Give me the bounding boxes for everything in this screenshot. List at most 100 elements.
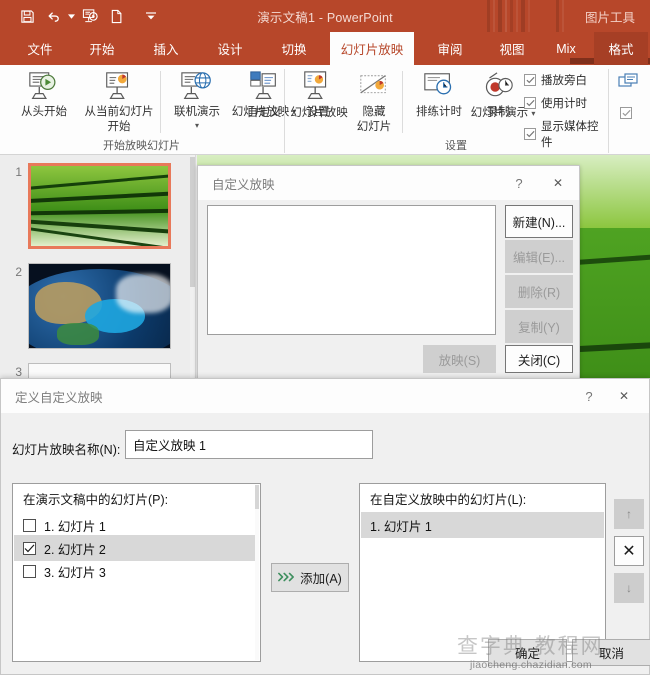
new-file-icon[interactable] [103, 3, 129, 29]
tab-format[interactable]: 格式 [594, 32, 648, 65]
ribbon: 从头开始 从当前幻灯片 开始 联机演示 ▾ 幻灯片放映 ▾ 自定义 开始放映幻灯… [0, 65, 650, 155]
use-timings-label: 使用计时 [541, 98, 587, 110]
checkbox-play-narrations[interactable]: 播放旁白 [524, 72, 587, 88]
picture-tools-label: 图片工具 [584, 10, 635, 25]
record-slide-show-icon [480, 68, 516, 104]
dialog-define-custom-show: 定义自定义放映 ? ✕ 幻灯片放映名称(N): 自定义放映 1 在演示文稿中的幻… [0, 378, 650, 675]
tab-design[interactable]: 设计 [204, 32, 256, 65]
show-name-input[interactable]: 自定义放映 1 [125, 430, 373, 459]
set-up-slide-show-icon [300, 68, 336, 104]
ribbon-button-from-beginning[interactable]: 从头开始 [8, 68, 80, 119]
tab-slide-show[interactable]: 幻灯片放映 [330, 32, 414, 65]
custom-show-slides-listbox[interactable]: 在自定义放映中的幻灯片(L): 1. 幻灯片 1 [359, 483, 606, 662]
ribbon-overflow-icon[interactable] [618, 73, 640, 96]
new-button[interactable]: 新建(N)... [505, 205, 573, 238]
copy-button[interactable]: 复制(Y) [505, 310, 573, 343]
thumbnail-3[interactable] [28, 363, 171, 379]
presentation-slides-header: 在演示文稿中的幻灯片(P): [14, 485, 259, 511]
ribbon-group-start-slide-show: 从头开始 从当前幻灯片 开始 联机演示 ▾ 幻灯片放映 ▾ 自定义 开始放映幻灯… [0, 65, 296, 155]
cancel-button[interactable]: 取消 [572, 639, 650, 666]
thumbnail-row-2[interactable]: 2 [0, 263, 196, 349]
hide-slide-label-2: 幻灯片 [356, 121, 392, 133]
start-slideshow-icon[interactable] [77, 3, 103, 29]
from-current-slide-icon [101, 68, 137, 104]
tab-view[interactable]: 视图 [486, 32, 538, 65]
checkbox-use-timings[interactable]: 使用计时 [524, 95, 587, 111]
set-up-slide-show-label-2: 幻灯片放映 [290, 107, 348, 119]
ribbon-group-label-set-up: 设置 [445, 140, 467, 152]
tab-mix[interactable]: Mix [546, 32, 586, 65]
tab-home[interactable]: 开始 [76, 32, 128, 65]
save-icon[interactable] [14, 3, 40, 29]
record-slide-show-label-2: 幻灯片演示 [470, 107, 529, 119]
list-item[interactable]: 3. 幻灯片 3 [14, 558, 259, 584]
dialog-custom-shows-body: 新建(N)... 编辑(E)... 删除(R) 复制(Y) 放映(S) 关闭(C… [198, 200, 579, 381]
thumbnail-1[interactable] [28, 163, 171, 249]
show-name-label: 幻灯片放映名称(N): [12, 443, 121, 457]
left-list-scrollbar[interactable] [255, 485, 259, 660]
list-item-label: 1. 幻灯片 1 [370, 519, 432, 534]
move-down-button[interactable]: ↓ [614, 573, 644, 603]
tab-insert[interactable]: 插入 [140, 32, 192, 65]
delete-button[interactable]: 删除(R) [505, 275, 573, 308]
hide-slide-icon [356, 68, 392, 104]
play-narrations-label: 播放旁白 [541, 75, 587, 87]
add-button-label: 添加(A) [300, 572, 342, 586]
dialog-define-custom-show-close-icon[interactable]: ✕ [607, 379, 641, 413]
list-item[interactable]: 1. 幻灯片 1 [361, 512, 604, 538]
customize-qat-icon[interactable] [138, 3, 164, 29]
present-online-dropdown-icon[interactable]: ▾ [195, 119, 199, 133]
thumbnail-number-2: 2 [15, 265, 22, 279]
ribbon-group-label-start-slide-show: 开始放映幻灯片 [103, 140, 180, 152]
ribbon-button-hide-slide[interactable]: 隐藏 幻灯片 [348, 68, 400, 134]
tab-review[interactable]: 审阅 [424, 32, 476, 65]
use-timings-checkbox[interactable] [524, 97, 536, 109]
thumbnail-2[interactable] [28, 263, 171, 349]
rehearse-timings-icon [421, 68, 457, 104]
undo-icon[interactable] [40, 3, 66, 29]
presentation-slides-listbox[interactable]: 在演示文稿中的幻灯片(P): 1. 幻灯片 1 2. 幻灯片 2 3. 幻灯片 … [12, 483, 261, 662]
slide-checkbox[interactable] [23, 564, 36, 578]
from-beginning-label: 从头开始 [21, 106, 67, 118]
tab-file[interactable]: 文件 [14, 32, 66, 65]
powerpoint-window: 演示文稿1 - PowerPoint 图片工具 文件 开始 插入 设计 切换 幻… [0, 0, 650, 675]
slide-checkbox[interactable] [23, 541, 36, 555]
dialog-custom-shows-close-icon[interactable]: ✕ [541, 166, 575, 200]
quick-access-toolbar [14, 0, 164, 32]
ribbon-overflow-checkbox[interactable] [620, 107, 632, 119]
list-item-label: 3. 幻灯片 3 [44, 565, 106, 580]
move-up-button[interactable]: ↑ [614, 499, 644, 529]
ribbon-tab-bar: 文件 开始 插入 设计 切换 动画 幻灯片放映 审阅 视图 Mix 格式 [0, 32, 650, 65]
tab-transitions[interactable]: 切换 [268, 32, 320, 65]
title-bar: 演示文稿1 - PowerPoint 图片工具 [0, 0, 650, 32]
ribbon-button-present-online[interactable]: 联机演示 ▾ [166, 68, 228, 133]
ok-button[interactable]: 确定 [488, 639, 567, 666]
show-button[interactable]: 放映(S) [423, 345, 496, 373]
thumbnail-row-3[interactable]: 3 [0, 363, 196, 379]
thumbnail-number-3: 3 [15, 365, 22, 379]
ribbon-group-set-up: 设置 幻灯片放映 隐藏 幻灯片 排练计时 录制 幻灯片演示 ▾ 播放旁白 使用计… [286, 65, 606, 155]
checkbox-show-media-controls[interactable]: 显示媒体控件 [524, 118, 606, 150]
rehearse-timings-label: 排练计时 [416, 106, 462, 118]
ribbon-button-from-current-slide[interactable]: 从当前幻灯片 开始 [80, 68, 158, 134]
custom-shows-listbox[interactable] [207, 205, 496, 335]
dialog-define-custom-show-help-icon[interactable]: ? [575, 379, 603, 413]
dialog-custom-shows: 自定义放映 ? ✕ 新建(N)... 编辑(E)... 删除(R) 复制(Y) … [197, 165, 580, 382]
from-current-slide-label-2: 开始 [107, 121, 131, 133]
custom-slide-show-icon [246, 68, 282, 104]
remove-button[interactable]: ✕ [614, 536, 644, 566]
from-beginning-icon [26, 68, 62, 104]
list-item-label: 2. 幻灯片 2 [44, 542, 106, 557]
edit-button[interactable]: 编辑(E)... [505, 240, 573, 273]
thumbnail-number-1: 1 [15, 165, 22, 179]
play-narrations-checkbox[interactable] [524, 74, 536, 86]
show-media-controls-label: 显示媒体控件 [541, 121, 599, 149]
dialog-define-custom-show-title: 定义自定义放映 [1, 379, 649, 413]
slide-checkbox[interactable] [23, 518, 36, 532]
thumbnail-row-1[interactable]: 1 [0, 163, 196, 249]
close-button[interactable]: 关闭(C) [505, 345, 573, 373]
dialog-custom-shows-help-icon[interactable]: ? [505, 166, 533, 200]
undo-dropdown-icon[interactable] [66, 3, 77, 29]
from-current-slide-label-1: 从当前幻灯片 [84, 106, 154, 118]
add-button[interactable]: 添加(A) [271, 563, 349, 592]
